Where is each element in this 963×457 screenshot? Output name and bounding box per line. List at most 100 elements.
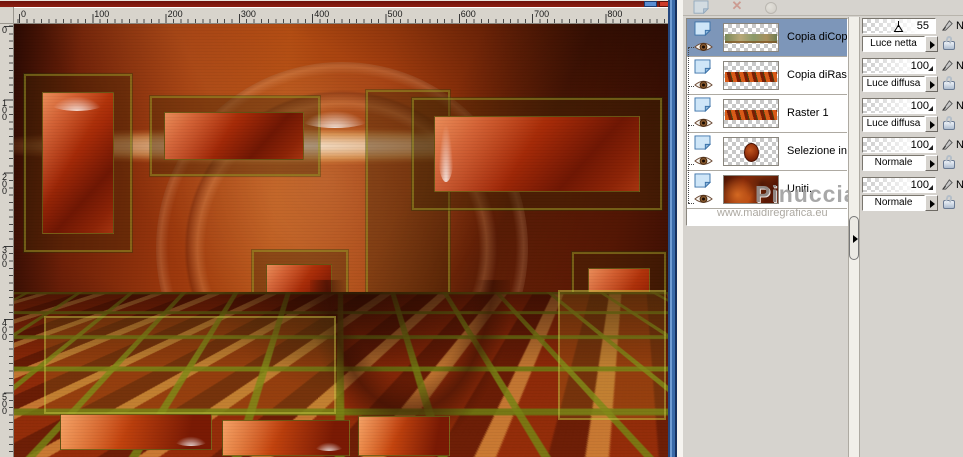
layer-link-indicator — [688, 47, 694, 48]
dropdown-arrow-icon — [930, 121, 935, 129]
layer-type-icon — [694, 21, 711, 41]
opacity-field[interactable]: 100 — [862, 177, 936, 193]
delete-layer-button[interactable]: ✕ — [723, 0, 751, 16]
ruler-label: 700 — [532, 9, 549, 19]
lock-transparency-icon[interactable] — [943, 160, 955, 169]
delete-layer-x-icon: ✕ — [732, 0, 743, 14]
ruler-label: 1 0 0 — [2, 100, 7, 121]
visibility-toggle-icon[interactable] — [694, 40, 713, 58]
blend-mode-dropdown-button[interactable] — [925, 76, 938, 92]
image-window: 0 100 200 300 400 500 600 700 800 0 1 0 0 2 0 0 3 0… — [0, 0, 677, 457]
blend-mode-select[interactable]: Luce diffusa — [862, 76, 925, 92]
new-layer-icon — [693, 0, 709, 14]
layer-list: Copia diCopia diRaster 1 Copia diRaster 1… — [686, 18, 848, 226]
layer-type-icon — [694, 135, 711, 155]
opacity-value: 100 — [911, 179, 929, 191]
blend-mode-select[interactable]: Normale — [862, 155, 925, 171]
link-set-label[interactable]: N — [956, 60, 963, 72]
visibility-toggle-icon[interactable] — [694, 78, 713, 96]
ruler-left: 0 1 0 0 2 0 0 3 0 0 4 0 0 5 0 0 — [0, 24, 14, 457]
layer-thumbnail — [723, 23, 779, 52]
link-set-label[interactable]: N — [956, 100, 963, 112]
opacity-slider-thumb-icon[interactable] — [928, 66, 933, 71]
lock-transparency-icon[interactable] — [943, 200, 955, 209]
layer-row[interactable]: Raster 1 — [687, 95, 847, 133]
layer-control-group: 100 N Luce diffusa — [862, 98, 963, 134]
ruler-corner — [0, 7, 14, 24]
layer-thumbnail — [723, 175, 779, 204]
layer-row[interactable]: Copia diRaster 1 — [687, 57, 847, 95]
opacity-slider-thumb-icon[interactable] — [928, 106, 933, 111]
layer-control-group: 100 N Luce diffusa — [862, 58, 963, 94]
opacity-slider-thumb-icon[interactable] — [928, 185, 933, 190]
layer-row[interactable]: Copia diCopia diRaster 1 — [687, 19, 847, 57]
blend-mode-dropdown-button[interactable] — [925, 116, 938, 132]
visibility-toggle-icon[interactable] — [694, 192, 713, 210]
layer-row[interactable]: Uniti. — [687, 171, 847, 209]
layer-thumbnail — [723, 137, 779, 166]
dropdown-arrow-icon — [930, 81, 935, 89]
opacity-slider-thumb-icon[interactable] — [928, 145, 933, 150]
layer-thumbnail — [723, 61, 779, 90]
blend-mode-dropdown-button[interactable] — [925, 155, 938, 171]
texture-overlay — [14, 24, 668, 457]
blend-mode-select[interactable]: Normale — [862, 195, 925, 211]
layer-link-indicator — [688, 125, 694, 126]
ruler-label: 400 — [312, 9, 329, 19]
layer-link-indicator — [688, 203, 694, 204]
layer-name: Copia diRaster 1 — [787, 69, 848, 81]
opacity-field[interactable]: 100 — [862, 137, 936, 153]
lock-transparency-icon[interactable] — [943, 121, 955, 130]
ruler-label: 500 — [386, 9, 403, 19]
opacity-value: 100 — [911, 139, 929, 151]
ruler-label: 4 0 0 — [2, 320, 7, 341]
layer-link-indicator — [688, 164, 694, 165]
opacity-field[interactable]: 100 — [862, 98, 936, 114]
ruler-label: 600 — [459, 9, 476, 19]
ruler-label: 5 0 0 — [2, 394, 7, 415]
layer-name: Selezione innalzata — [787, 145, 848, 157]
layer-control-group: 55 N Luce netta — [862, 18, 963, 54]
window-border — [668, 0, 677, 457]
opacity-field[interactable]: 55 — [862, 18, 936, 34]
link-set-label[interactable]: N — [956, 139, 963, 151]
blend-mode-dropdown-button[interactable] — [925, 36, 938, 52]
opacity-value: 100 — [911, 100, 929, 112]
layer-type-icon — [694, 97, 711, 117]
layer-link-indicator — [688, 86, 694, 87]
ruler-label: 800 — [605, 9, 622, 19]
opacity-value: 100 — [911, 60, 929, 72]
blend-mode-select[interactable]: Luce netta — [862, 36, 925, 52]
lock-transparency-icon[interactable] — [943, 41, 955, 50]
ruler-label: 0 — [19, 9, 26, 19]
lock-transparency-icon[interactable] — [943, 81, 955, 90]
splitter-handle[interactable] — [849, 216, 859, 260]
layer-name: Raster 1 — [787, 107, 829, 119]
layer-name: Copia diCopia diRaster 1 — [787, 31, 848, 43]
pen-icon — [941, 178, 954, 196]
dropdown-arrow-icon — [930, 41, 935, 49]
link-set-label[interactable]: N — [956, 20, 963, 32]
pen-icon — [941, 99, 954, 117]
visibility-toggle-icon[interactable] — [694, 154, 713, 172]
layer-thumbnail — [723, 99, 779, 128]
new-layer-button[interactable] — [687, 0, 715, 16]
dropdown-arrow-icon — [930, 160, 935, 168]
pen-icon — [941, 138, 954, 156]
layer-control-group: 100 N Normale — [862, 137, 963, 173]
layer-name: Uniti. — [787, 183, 812, 195]
dropdown-arrow-icon — [930, 200, 935, 208]
layer-options-button[interactable] — [757, 0, 785, 16]
blend-mode-select[interactable]: Luce diffusa — [862, 116, 925, 132]
layer-row[interactable]: Selezione innalzata — [687, 133, 847, 171]
opacity-field[interactable]: 100 — [862, 58, 936, 74]
chevron-right-icon — [853, 235, 858, 243]
blend-mode-dropdown-button[interactable] — [925, 195, 938, 211]
ruler-top: 0 100 200 300 400 500 600 700 800 — [14, 7, 668, 24]
window-titlebar-edge — [0, 0, 677, 7]
canvas-art[interactable] — [14, 24, 668, 457]
link-set-label[interactable]: N — [956, 179, 963, 191]
opacity-value: 55 — [917, 20, 929, 32]
ruler-label: 0 — [2, 27, 7, 34]
visibility-toggle-icon[interactable] — [694, 116, 713, 134]
